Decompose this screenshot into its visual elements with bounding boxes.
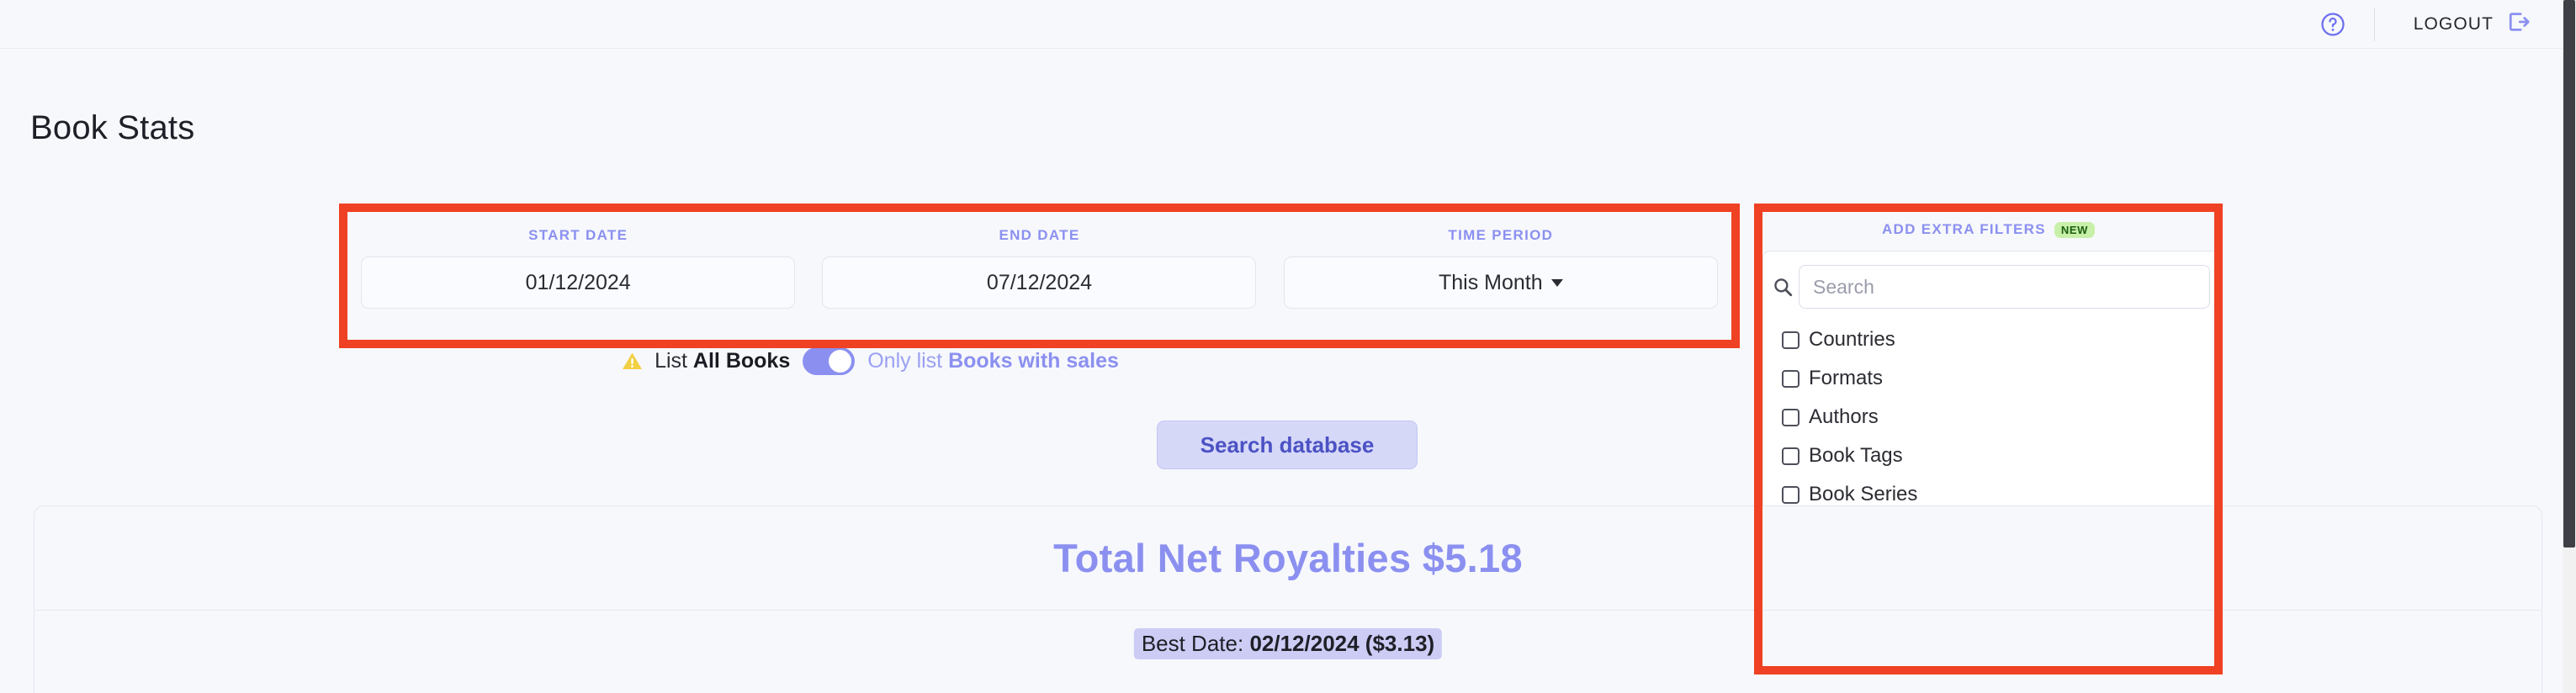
page-scrollbar-thumb[interactable] bbox=[2563, 0, 2575, 548]
filter-search-row bbox=[1763, 265, 2222, 309]
filter-option-countries[interactable]: Countries bbox=[1782, 320, 2222, 359]
filter-option-label: Countries bbox=[1809, 328, 1895, 351]
filter-option-label: Book Tags bbox=[1809, 444, 1903, 467]
logout-arrow-icon bbox=[2505, 9, 2531, 39]
time-period-value: This Month bbox=[1438, 270, 1543, 294]
stats-card-body: Best Date: 02/12/2024 ($3.13) Graph Sele… bbox=[34, 611, 2542, 693]
end-date-field: END DATE 07/12/2024 bbox=[808, 227, 1269, 309]
new-badge: NEW bbox=[2054, 221, 2096, 238]
filter-option-label: Book Series bbox=[1809, 483, 1918, 505]
start-date-input[interactable]: 01/12/2024 bbox=[361, 257, 796, 309]
filter-search-input[interactable] bbox=[1799, 265, 2210, 309]
stats-card-header: Total Net Royalties $5.18 bbox=[34, 506, 2542, 611]
extra-filters-title: ADD EXTRA FILTERS bbox=[1881, 221, 2046, 237]
toggle-knob bbox=[829, 350, 852, 373]
help-icon[interactable] bbox=[2320, 12, 2345, 37]
search-icon bbox=[1772, 276, 1794, 298]
toggle-left-prefix: List bbox=[655, 349, 687, 373]
filter-option-label: Authors bbox=[1809, 405, 1879, 428]
checkbox-icon[interactable] bbox=[1782, 369, 1799, 388]
checkbox-icon[interactable] bbox=[1782, 408, 1799, 426]
best-date-value: 02/12/2024 ($3.13) bbox=[1249, 631, 1435, 656]
logout-label: LOGOUT bbox=[2413, 13, 2494, 34]
total-net-royalties-title: Total Net Royalties $5.18 bbox=[1053, 536, 1523, 580]
time-period-select[interactable]: This Month bbox=[1283, 257, 1718, 309]
start-date-field: START DATE 01/12/2024 bbox=[347, 227, 808, 309]
best-date-prefix: Best Date: bbox=[1141, 631, 1244, 656]
extra-filters-header: ADD EXTRA FILTERS NEW bbox=[1762, 212, 2214, 247]
page-title: Book Stats bbox=[30, 109, 195, 146]
chevron-down-icon bbox=[1550, 278, 1563, 287]
page-scrollbar-track[interactable] bbox=[2563, 0, 2576, 693]
checkbox-icon[interactable] bbox=[1782, 331, 1799, 349]
filter-option-authors[interactable]: Authors bbox=[1782, 398, 2222, 436]
logout-button[interactable]: LOGOUT bbox=[2414, 9, 2531, 39]
best-date-badge: Best Date: 02/12/2024 ($3.13) bbox=[1133, 628, 1443, 659]
toggle-left-strong: All Books bbox=[692, 349, 791, 373]
all-books-toggle[interactable] bbox=[803, 347, 856, 375]
header-divider bbox=[2373, 7, 2375, 41]
toggle-right-prefix: Only list bbox=[867, 349, 943, 373]
list-books-toggle-row: List All Books Only list Books with sale… bbox=[0, 347, 1740, 375]
filter-option-label: Formats bbox=[1809, 367, 1884, 389]
start-date-label: START DATE bbox=[528, 227, 628, 243]
stats-card: Total Net Royalties $5.18 Best Date: 02/… bbox=[34, 505, 2542, 693]
warning-triangle-icon bbox=[621, 350, 644, 373]
time-period-field: TIME PERIOD This Month bbox=[1270, 227, 1731, 309]
checkbox-icon[interactable] bbox=[1782, 485, 1799, 504]
top-header-bar: LOGOUT bbox=[0, 0, 2563, 49]
search-database-button[interactable]: Search database bbox=[1157, 421, 1418, 469]
end-date-input[interactable]: 07/12/2024 bbox=[822, 257, 1257, 309]
checkbox-icon[interactable] bbox=[1782, 447, 1799, 465]
end-date-label: END DATE bbox=[999, 227, 1080, 243]
time-period-label: TIME PERIOD bbox=[1448, 227, 1554, 243]
filter-option-formats[interactable]: Formats bbox=[1782, 359, 2222, 398]
toggle-right-strong: Books with sales bbox=[948, 349, 1119, 373]
filter-option-book-tags[interactable]: Book Tags bbox=[1782, 436, 2222, 475]
date-filters-row: START DATE 01/12/2024 END DATE 07/12/202… bbox=[347, 212, 1731, 340]
